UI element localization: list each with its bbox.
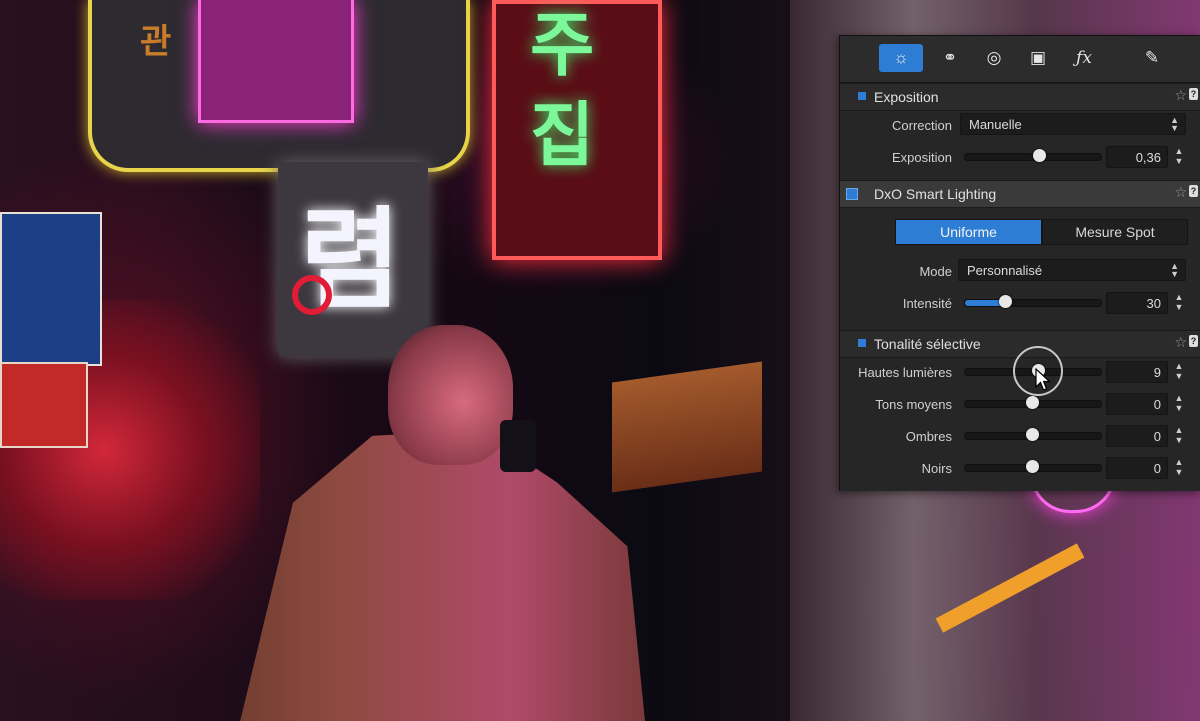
man-sunglasses [478, 388, 522, 406]
exposure-label: Exposition [892, 150, 952, 165]
blacks-slider[interactable] [964, 460, 1102, 473]
geometry-icon: ▣ [1029, 48, 1047, 67]
mode-label: Mode [919, 264, 952, 279]
dropdown-arrows-icon: ▲ ▼ [1170, 261, 1179, 279]
correction-value: Manuelle [969, 117, 1022, 132]
help-icon[interactable]: ? [1189, 185, 1198, 197]
effects-icon: ƒx [1076, 48, 1092, 68]
blue-poster [0, 212, 102, 366]
tab-geometry[interactable]: ▣ [1016, 44, 1060, 72]
exposure-slider-knob[interactable] [1032, 149, 1046, 162]
phone [500, 420, 536, 472]
midtones-stepper[interactable]: ▲ ▼ [1173, 393, 1185, 415]
red-ring [292, 275, 332, 315]
light-icon: ☼ [893, 48, 909, 67]
star-icon[interactable]: ☆ [1174, 87, 1187, 104]
intensity-label: Intensité [902, 296, 952, 311]
mode-value: Personnalisé [967, 263, 1043, 278]
midtones-slider[interactable] [964, 396, 1102, 409]
correction-label: Correction [892, 118, 952, 133]
tab-light[interactable]: ☼ [879, 44, 923, 72]
exposure-value-field[interactable]: 0,36 [1106, 146, 1168, 168]
highlights-slider[interactable] [964, 364, 1102, 377]
help-icon[interactable]: ? [1189, 88, 1198, 100]
blacks-label: Noirs [921, 461, 952, 476]
intensity-slider[interactable] [964, 295, 1102, 308]
midtones-value-field[interactable]: 0 [1106, 393, 1168, 415]
shadows-label: Ombres [905, 429, 952, 444]
tab-effects[interactable]: ƒx [1062, 44, 1106, 72]
shadows-slider-knob[interactable] [1026, 428, 1039, 441]
help-icon[interactable]: ? [1189, 335, 1198, 347]
star-icon[interactable]: ☆ [1174, 334, 1187, 351]
local-adjust-icon: ✎ [1144, 48, 1160, 67]
neon-left-text: 관 [140, 23, 172, 61]
section-toggle-icon[interactable] [846, 188, 858, 200]
tab-color[interactable]: ⚭ [928, 44, 972, 72]
highlights-value-field[interactable]: 9 [1106, 361, 1168, 383]
section-title: Tonalité sélective [874, 336, 981, 352]
dropdown-arrows-icon: ▲ ▼ [1170, 115, 1179, 133]
correction-dropdown[interactable]: Manuelle ▲ ▼ [960, 113, 1186, 135]
neon-pink-sign [198, 0, 354, 123]
midtones-label: Tons moyens [875, 397, 952, 412]
section-smart-lighting-header[interactable]: DxO Smart Lighting ☆ ? [840, 180, 1200, 208]
section-title: Exposition [874, 89, 939, 105]
shadows-value-field[interactable]: 0 [1106, 425, 1168, 447]
detail-icon: ◎ [986, 48, 1002, 67]
blacks-value-field[interactable]: 0 [1106, 457, 1168, 479]
tab-local-adjustments[interactable]: ✎ [1130, 44, 1174, 72]
intensity-slider-knob[interactable] [998, 295, 1012, 308]
shadows-slider[interactable] [964, 428, 1102, 441]
palette-toolbar: ☼ ⚭ ◎ ▣ ƒx ✎ [840, 36, 1200, 83]
section-selective-tone-header[interactable]: Tonalité sélective ☆ ? [840, 330, 1200, 358]
highlights-stepper[interactable]: ▲ ▼ [1173, 361, 1185, 383]
spot-mode-button[interactable]: Mesure Spot [1042, 219, 1188, 245]
midtones-slider-knob[interactable] [1026, 396, 1039, 409]
intensity-value-field[interactable]: 30 [1106, 292, 1168, 314]
blacks-stepper[interactable]: ▲ ▼ [1173, 457, 1185, 479]
mouse-cursor-icon [1035, 368, 1052, 391]
tab-detail[interactable]: ◎ [972, 44, 1016, 72]
exposure-stepper[interactable]: ▲ ▼ [1173, 146, 1185, 168]
star-icon[interactable]: ☆ [1174, 184, 1187, 201]
shadows-stepper[interactable]: ▲ ▼ [1173, 425, 1185, 447]
section-exposition-header[interactable]: Exposition ☆ ? [840, 83, 1200, 111]
section-title: DxO Smart Lighting [874, 186, 997, 202]
mode-dropdown[interactable]: Personnalisé ▲ ▼ [958, 259, 1186, 281]
exposure-slider[interactable] [964, 149, 1102, 162]
blacks-slider-knob[interactable] [1026, 460, 1039, 473]
color-icon: ⚭ [942, 48, 958, 67]
section-toggle-icon[interactable] [858, 339, 866, 347]
neon-green-text: 주 집 [530, 6, 595, 174]
red-sign-left [0, 362, 88, 448]
uniform-mode-button[interactable]: Uniforme [895, 219, 1042, 245]
section-toggle-icon[interactable] [858, 92, 866, 100]
dxo-adjustment-panel: ☼ ⚭ ◎ ▣ ƒx ✎ Exposition ☆ ? Correction M… [839, 35, 1200, 491]
highlights-label: Hautes lumières [858, 365, 952, 380]
awning [612, 361, 762, 493]
man-coat [240, 430, 645, 721]
intensity-stepper[interactable]: ▲ ▼ [1173, 292, 1185, 314]
